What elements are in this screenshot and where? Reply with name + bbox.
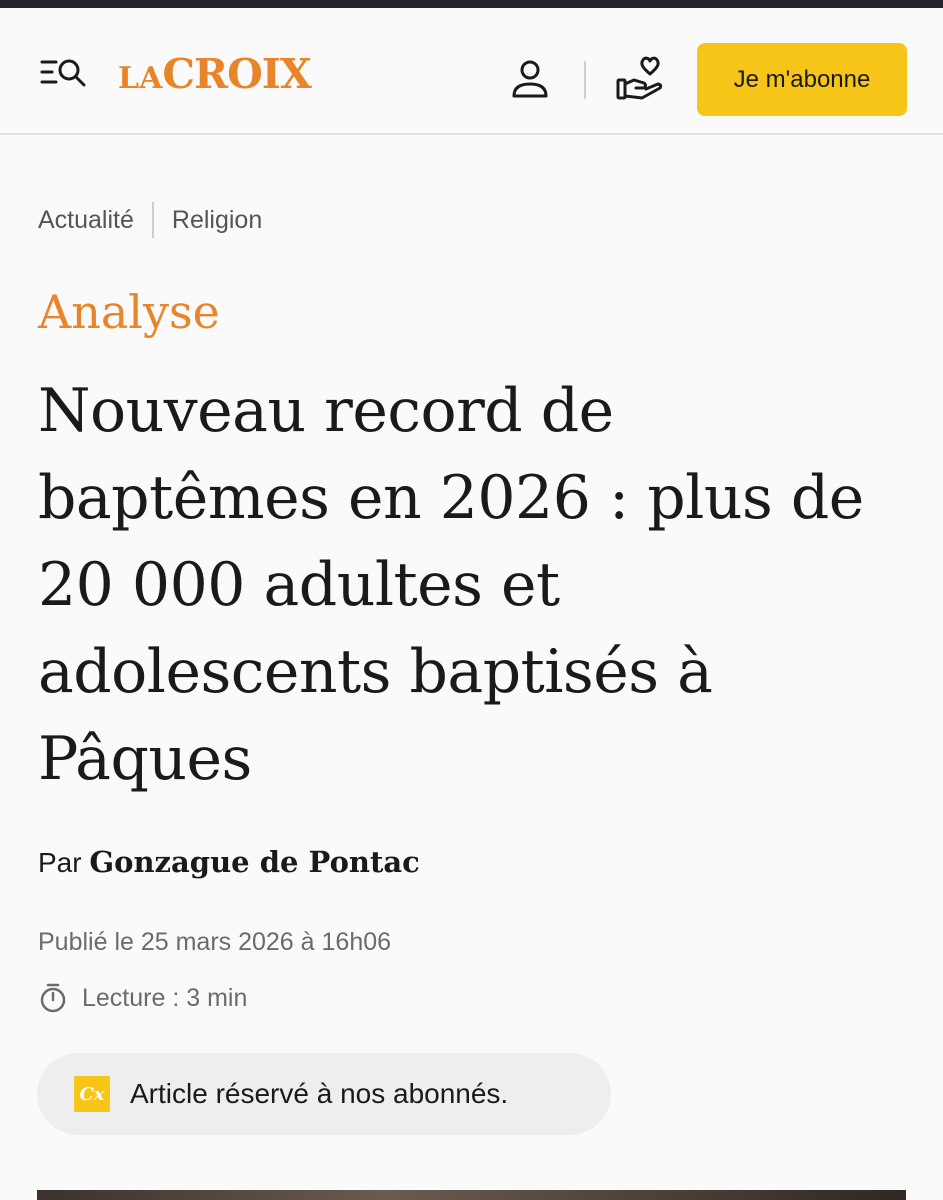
premium-badge-icon: Cx <box>74 1076 110 1112</box>
breadcrumb-actualite[interactable]: Actualité <box>38 206 134 235</box>
status-bar-strip <box>0 0 943 8</box>
article-title: Nouveau record de baptêmes en 2026 : plu… <box>38 376 864 794</box>
breadcrumb-separator <box>151 202 154 238</box>
heart-hand-icon <box>616 56 663 100</box>
article-kicker: Analyse <box>38 285 220 339</box>
author-name[interactable]: Gonzague de Pontac <box>89 845 419 879</box>
reading-time: Lecture : 3 min <box>38 980 247 1016</box>
account-button[interactable] <box>506 56 554 104</box>
byline-prefix: Par <box>38 847 82 878</box>
header-divider <box>584 61 586 99</box>
breadcrumb-religion[interactable]: Religion <box>172 206 262 235</box>
premium-notice: Cx Article réservé à nos abonnés. <box>37 1053 611 1135</box>
menu-search-icon <box>40 59 86 87</box>
logo-croix: CROIX <box>162 50 311 98</box>
logo-la: LA <box>118 61 163 96</box>
user-icon <box>512 60 548 98</box>
byline: Par Gonzague de Pontac <box>38 842 420 883</box>
site-header: LACROIX Je m'abonne <box>0 8 943 135</box>
article-hero-image <box>37 1190 906 1200</box>
publish-date: Publié le 25 mars 2026 à 16h06 <box>38 928 392 956</box>
stopwatch-icon <box>40 983 66 1013</box>
donate-button[interactable] <box>612 50 668 106</box>
premium-notice-text: Article réservé à nos abonnés. <box>130 1078 509 1109</box>
la-croix-logo[interactable]: LACROIX <box>118 50 312 105</box>
reading-time-label: Lecture : 3 min <box>82 983 248 1012</box>
subscribe-button[interactable]: Je m'abonne <box>697 43 907 116</box>
breadcrumb: Actualité Religion <box>38 200 262 240</box>
menu-search-button[interactable] <box>40 56 88 90</box>
